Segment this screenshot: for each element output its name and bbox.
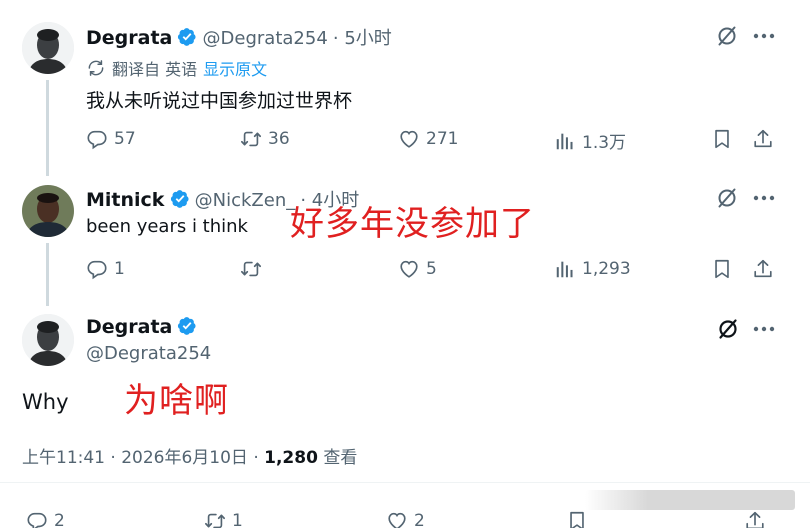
timestamp[interactable]: · 5小时: [333, 28, 392, 49]
red-annotation: 为啥啊: [124, 381, 229, 421]
grok-icon[interactable]: [716, 317, 740, 341]
handle[interactable]: @Degrata254: [86, 343, 211, 364]
retweet-icon: [240, 128, 262, 150]
share-button[interactable]: [752, 258, 774, 280]
avatar[interactable]: [22, 185, 74, 237]
display-name[interactable]: Degrata: [86, 27, 172, 49]
tweet-timestamp[interactable]: 上午11:41 · 2026年6月10日 ·: [22, 448, 264, 468]
retweet-count: 1: [232, 511, 243, 528]
like-count: 2: [414, 511, 425, 528]
reply-button[interactable]: 57: [86, 128, 136, 150]
more-icon[interactable]: [752, 325, 776, 333]
tweet-text: Why: [22, 390, 69, 414]
avatar[interactable]: [22, 314, 74, 366]
thread-line: [46, 80, 49, 176]
retweet-button[interactable]: 36: [240, 128, 290, 150]
verified-badge-icon: [177, 316, 197, 336]
tweet-text: 我从未听说过中国参加过世界杯: [86, 90, 353, 112]
tweet-text: been years i think: [86, 216, 248, 237]
like-button[interactable]: 271: [398, 128, 458, 150]
share-icon: [752, 258, 774, 280]
more-icon[interactable]: [752, 32, 776, 40]
display-name[interactable]: Mitnick: [86, 189, 164, 211]
retweet-button[interactable]: 1: [204, 510, 243, 528]
tweet-header: Degrata: [86, 316, 197, 338]
bookmark-button[interactable]: [711, 258, 733, 280]
views-count: 1,293: [582, 259, 631, 279]
views-button[interactable]: 1.3万: [554, 128, 626, 153]
translation-row: 翻译自 英语 显示原文: [86, 56, 267, 80]
share-button[interactable]: [744, 510, 766, 528]
reply-icon: [86, 258, 108, 280]
tweet-header: Degrata @Degrata254 · 5小时: [86, 24, 392, 50]
avatar[interactable]: [22, 22, 74, 74]
reply-count: 2: [54, 511, 65, 528]
divider: [0, 482, 810, 483]
grok-icon[interactable]: [715, 186, 739, 210]
like-button[interactable]: 5: [398, 258, 437, 280]
retweet-count: 36: [268, 129, 290, 149]
share-icon: [744, 510, 766, 528]
thread-line: [46, 243, 49, 306]
reply-button[interactable]: 2: [26, 510, 65, 528]
like-count: 271: [426, 129, 459, 149]
more-icon[interactable]: [752, 194, 776, 202]
bookmark-button[interactable]: [566, 510, 588, 528]
handle[interactable]: @Degrata254: [203, 28, 328, 49]
tweet-meta: 上午11:41 · 2026年6月10日 · 1,280 查看: [22, 443, 357, 468]
like-count: 5: [426, 259, 437, 279]
reply-count: 1: [114, 259, 125, 279]
views-button[interactable]: 1,293: [554, 258, 631, 280]
reply-icon: [26, 510, 48, 528]
display-name[interactable]: Degrata: [86, 316, 172, 338]
bookmark-icon: [711, 258, 733, 280]
share-button[interactable]: [752, 128, 774, 150]
views-label: 查看: [317, 448, 358, 468]
reply-count: 57: [114, 129, 136, 149]
like-button[interactable]: 2: [386, 510, 425, 528]
share-icon: [752, 128, 774, 150]
reply-button[interactable]: 1: [86, 258, 125, 280]
grok-icon[interactable]: [715, 24, 739, 48]
translated-from-label: 翻译自 英语: [112, 60, 198, 79]
verified-badge-icon: [170, 189, 190, 209]
red-annotation: 好多年没参加了: [290, 204, 535, 244]
handle[interactable]: @NickZen_: [195, 190, 296, 211]
translate-icon: [86, 58, 106, 78]
bookmark-icon: [566, 510, 588, 528]
views-count: 1.3万: [582, 133, 627, 153]
bookmark-button[interactable]: [711, 128, 733, 150]
views-icon: [554, 258, 576, 280]
like-icon: [386, 510, 408, 528]
retweet-icon: [240, 258, 262, 280]
view-count: 1,280: [264, 448, 318, 468]
views-icon: [554, 130, 576, 152]
like-icon: [398, 258, 420, 280]
show-original-link[interactable]: 显示原文: [203, 56, 267, 80]
retweet-button[interactable]: [240, 258, 268, 280]
horizontal-scrollbar[interactable]: [585, 490, 795, 510]
verified-badge-icon: [177, 27, 197, 47]
reply-icon: [86, 128, 108, 150]
retweet-icon: [204, 510, 226, 528]
bookmark-icon: [711, 128, 733, 150]
like-icon: [398, 128, 420, 150]
